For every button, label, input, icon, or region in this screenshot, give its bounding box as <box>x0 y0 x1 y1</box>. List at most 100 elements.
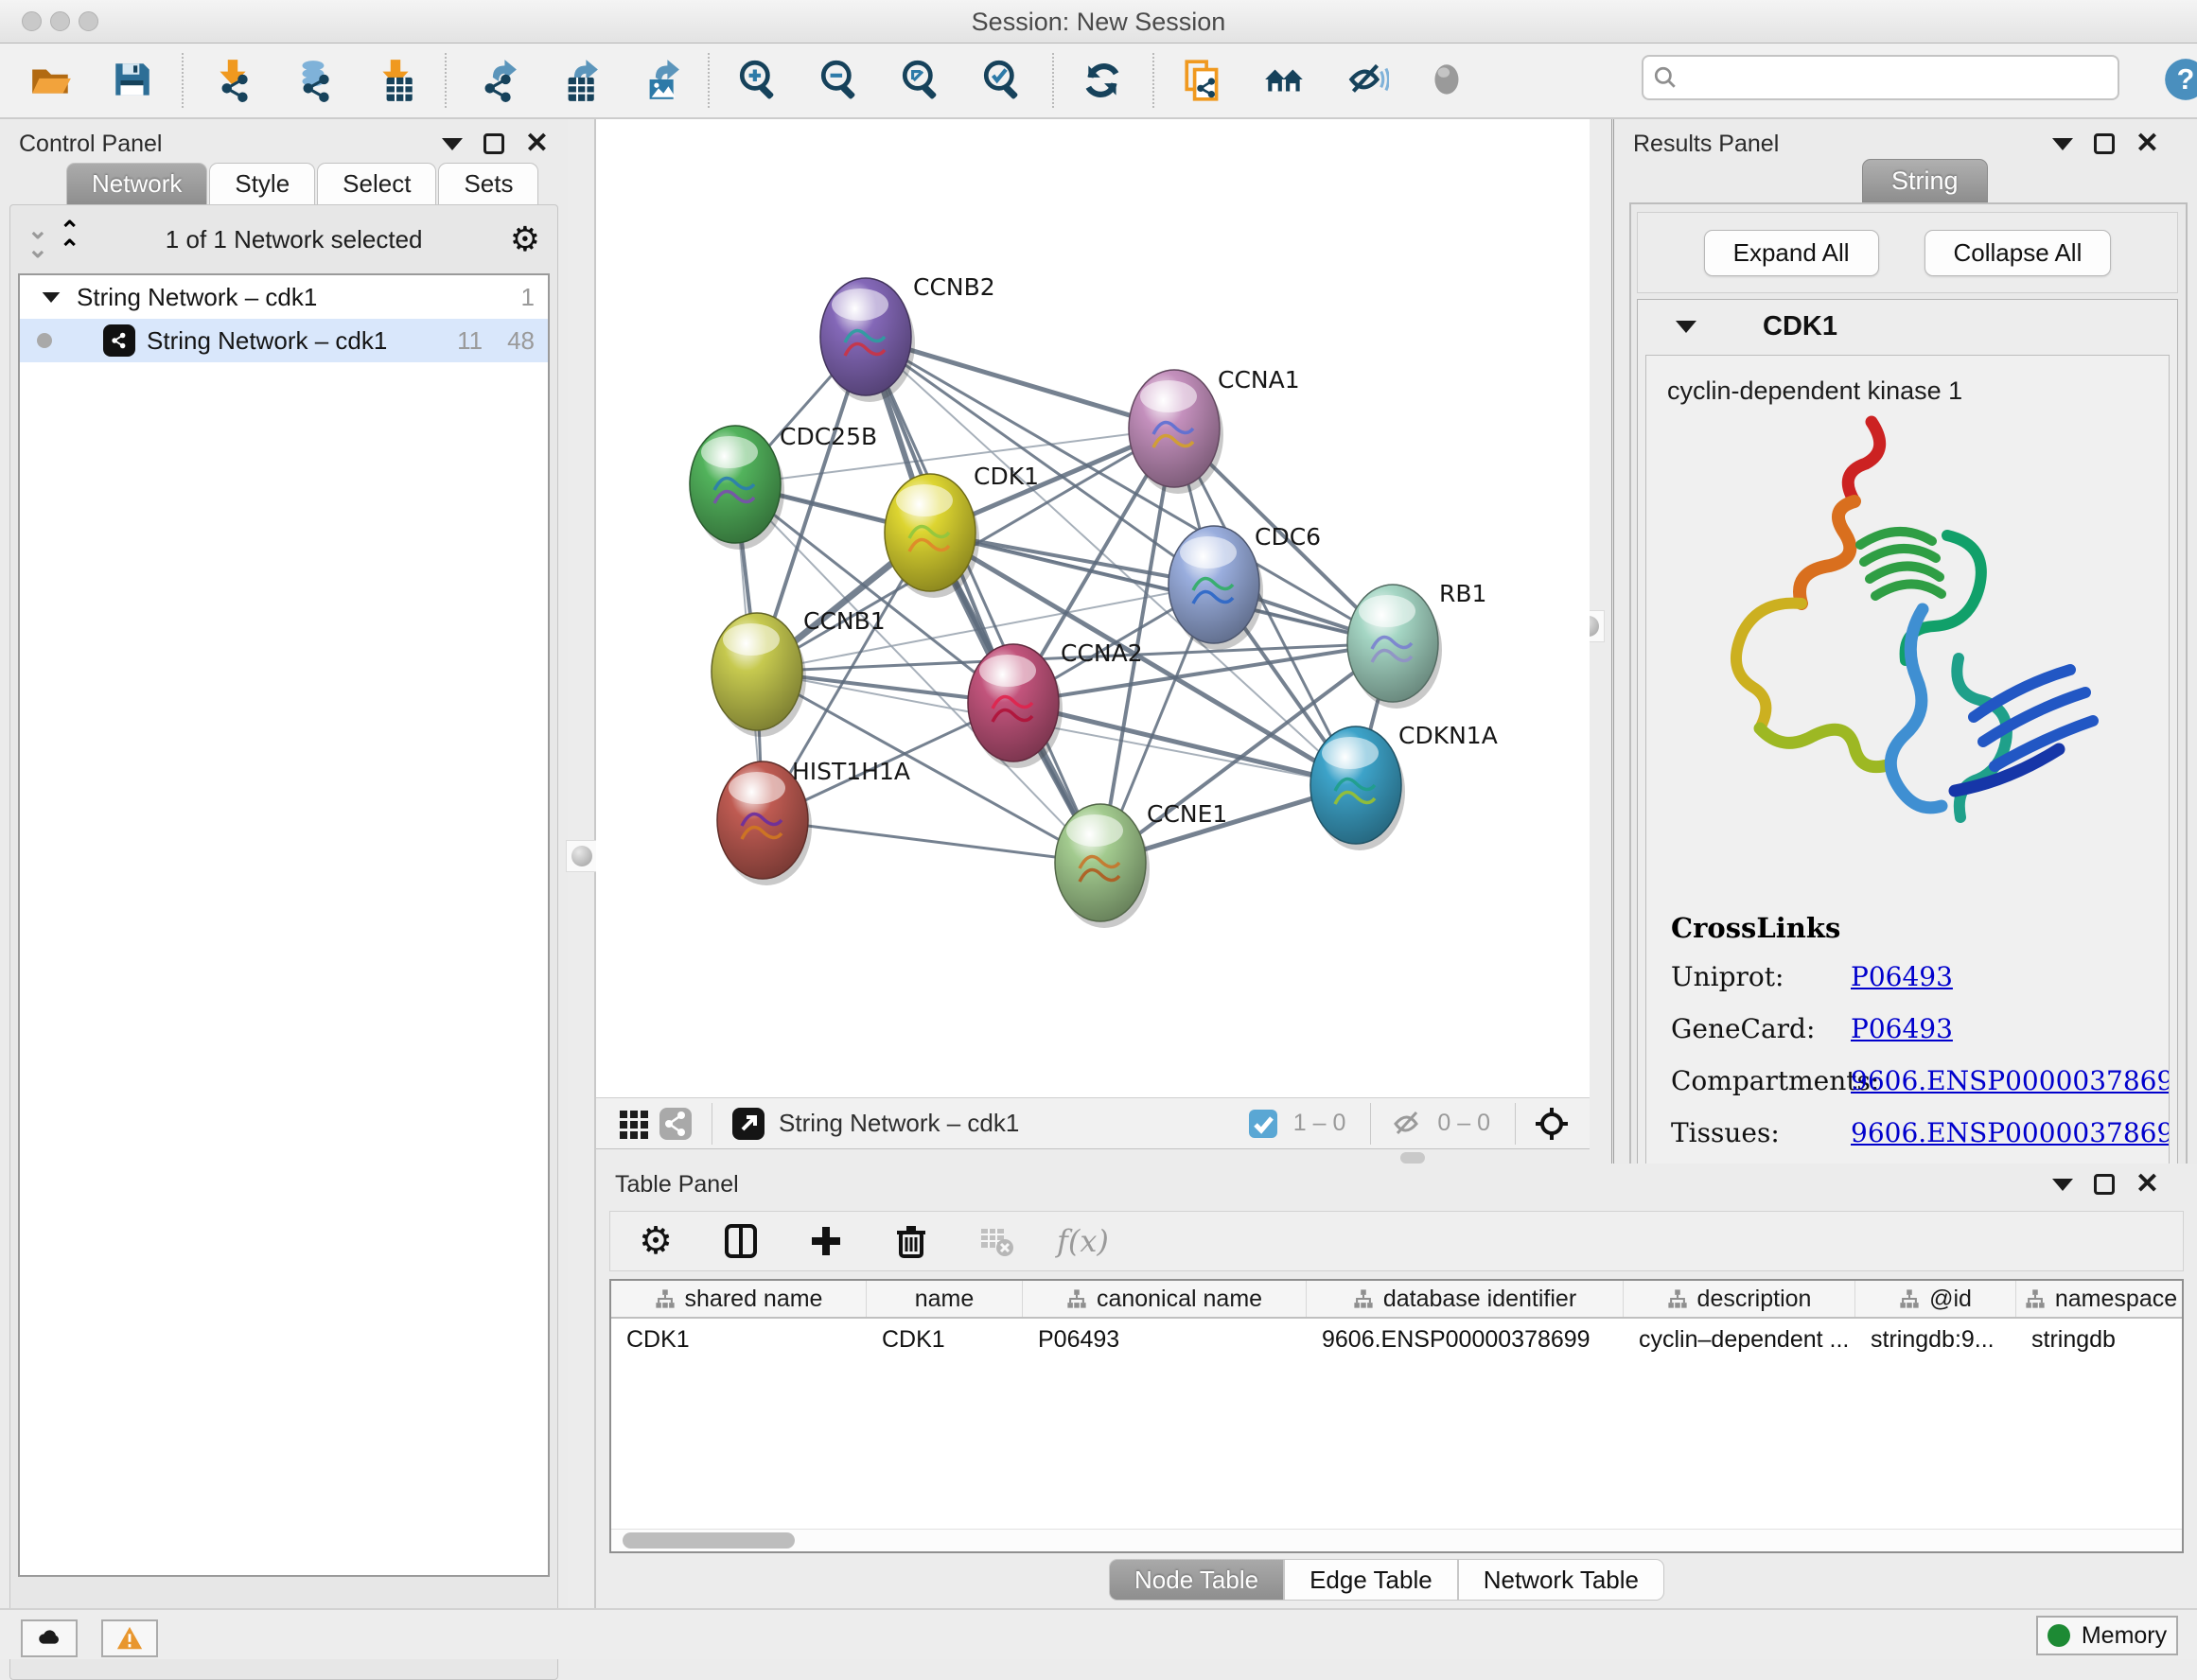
table-cell[interactable]: 9606.ENSP00000378699 <box>1307 1319 1624 1360</box>
column-header-canonical-name[interactable]: canonical name <box>1023 1281 1307 1317</box>
network-node-rb1[interactable]: RB1 <box>1347 580 1486 709</box>
column-header-description[interactable]: description <box>1624 1281 1855 1317</box>
table-cell[interactable]: cyclin–dependent ... <box>1624 1319 1855 1360</box>
table-cell[interactable]: CDK1 <box>611 1319 867 1360</box>
import-table-icon[interactable] <box>371 56 420 105</box>
window-close-button[interactable] <box>22 11 42 31</box>
results-panel-close-icon[interactable]: ✕ <box>2135 133 2159 154</box>
export-table-icon[interactable] <box>553 56 602 105</box>
table-scrollbar-thumb[interactable] <box>623 1532 795 1549</box>
network-options-gear-icon[interactable]: ⚙ <box>510 219 540 259</box>
refresh-icon[interactable] <box>1079 56 1128 105</box>
column-header-namespace[interactable]: namespace <box>2016 1281 2184 1317</box>
network-node-cdc25b[interactable]: CDC25B <box>690 423 877 550</box>
crosslink-link[interactable]: 9606.ENSP00000378699 <box>1851 1065 2170 1096</box>
warning-button[interactable] <box>101 1619 158 1657</box>
network-edge[interactable] <box>763 820 1100 863</box>
network-edge[interactable] <box>930 533 1393 643</box>
table-cell[interactable]: stringdb <box>2016 1319 2184 1360</box>
add-column-icon[interactable] <box>801 1216 851 1266</box>
zoom-fit-icon[interactable] <box>897 56 946 105</box>
hide-eye-icon[interactable] <box>1342 56 1391 105</box>
help-button[interactable]: ? <box>2161 55 2197 104</box>
crosslink-link[interactable]: P06493 <box>1851 1013 1953 1044</box>
table-cell[interactable]: CDK1 <box>867 1319 1023 1360</box>
left-splitter-handle[interactable] <box>566 840 598 872</box>
crosslink-link[interactable]: 9606.ENSP00000378699 <box>1851 1117 2170 1148</box>
tab-style[interactable]: Style <box>209 163 315 204</box>
network-node-hist1h1a[interactable]: HIST1H1A <box>717 758 910 885</box>
network-node-cdkn1a[interactable]: CDKN1A <box>1310 722 1498 850</box>
tab-sets[interactable]: Sets <box>438 163 538 204</box>
memory-button[interactable]: Memory <box>2036 1616 2178 1655</box>
search-box[interactable] <box>1642 55 2119 100</box>
collapse-all-networks-icon[interactable]: ⌄⌄ <box>27 220 46 258</box>
selected-checkbox-icon[interactable] <box>1242 1103 1284 1145</box>
import-network-icon[interactable] <box>208 56 257 105</box>
network-node-cdk1[interactable]: CDK1 <box>885 463 1039 598</box>
collapse-all-button[interactable]: Collapse All <box>1925 230 2112 276</box>
grid-view-icon[interactable] <box>613 1103 655 1145</box>
network-view-canvas[interactable]: CCNB2CCNA1CDC25BCDK1CDC6RB1CCNB1CCNA2CDK… <box>596 119 1590 1097</box>
window-zoom-button[interactable] <box>79 11 98 31</box>
open-icon[interactable] <box>26 56 76 105</box>
tab-select[interactable]: Select <box>317 163 436 204</box>
window-minimize-button[interactable] <box>50 11 70 31</box>
network-node-ccnb1[interactable]: CCNB1 <box>712 607 886 737</box>
show-columns-icon[interactable] <box>716 1216 765 1266</box>
tab-network[interactable]: Network <box>66 163 207 204</box>
column-header--id[interactable]: @id <box>1855 1281 2016 1317</box>
network-node-cdc6[interactable]: CDC6 <box>1169 523 1321 650</box>
birdseye-crosshair-icon[interactable] <box>1531 1103 1573 1145</box>
search-input[interactable] <box>1685 64 2108 91</box>
network-node-ccnb2[interactable]: CCNB2 <box>820 273 995 402</box>
expand-all-button[interactable]: Expand All <box>1704 230 1879 276</box>
crosslink-link[interactable]: P06493 <box>1851 961 1953 992</box>
control-panel-menu-icon[interactable] <box>442 138 463 150</box>
string-network-graph[interactable]: CCNB2CCNA1CDC25BCDK1CDC6RB1CCNB1CCNA2CDK… <box>596 119 1590 1097</box>
results-panel-float-icon[interactable] <box>2094 133 2115 154</box>
table-panel-menu-icon[interactable] <box>2052 1179 2073 1191</box>
table-horizontal-scrollbar[interactable] <box>611 1529 2182 1551</box>
network-list-item[interactable]: String Network – cdk1 11 48 <box>20 319 548 362</box>
homes-icon[interactable] <box>1260 56 1309 105</box>
column-header-name[interactable]: name <box>867 1281 1023 1317</box>
delete-column-icon[interactable] <box>887 1216 936 1266</box>
horizontal-splitter-handle[interactable] <box>1400 1152 1425 1164</box>
zoom-out-icon[interactable] <box>816 56 865 105</box>
tab-edge-table[interactable]: Edge Table <box>1284 1559 1458 1601</box>
open-in-browser-icon[interactable] <box>728 1103 769 1145</box>
tab-node-table[interactable]: Node Table <box>1109 1559 1284 1601</box>
expand-all-networks-icon[interactable]: ⌃⌃ <box>60 220 79 258</box>
cloud-status-button[interactable] <box>21 1619 78 1657</box>
column-header-database-identifier[interactable]: database identifier <box>1307 1281 1624 1317</box>
paste-network-icon[interactable] <box>1179 56 1228 105</box>
tab-network-table[interactable]: Network Table <box>1458 1559 1664 1601</box>
tab-string[interactable]: String <box>1862 159 1988 202</box>
control-panel-float-icon[interactable] <box>483 133 504 154</box>
gray-orb-icon[interactable] <box>1423 56 1472 105</box>
network-node-ccna1[interactable]: CCNA1 <box>1129 366 1300 494</box>
share-network-icon[interactable] <box>655 1103 696 1145</box>
node-table[interactable]: shared namenamecanonical namedatabase id… <box>609 1279 2184 1553</box>
save-icon[interactable] <box>108 56 157 105</box>
export-image-icon[interactable] <box>634 56 683 105</box>
collapse-icon[interactable] <box>43 291 61 302</box>
table-cell[interactable]: stringdb:9... <box>1855 1319 2016 1360</box>
table-cell[interactable]: P06493 <box>1023 1319 1307 1360</box>
import-database-icon[interactable] <box>290 56 339 105</box>
table-panel-close-icon[interactable]: ✕ <box>2135 1174 2159 1195</box>
cdk1-collapse-icon[interactable] <box>1676 321 1696 333</box>
table-settings-gear-icon[interactable]: ⚙ <box>631 1216 680 1266</box>
table-panel-float-icon[interactable] <box>2094 1174 2115 1195</box>
hidden-eye-icon[interactable] <box>1386 1103 1428 1145</box>
column-header-shared-name[interactable]: shared name <box>611 1281 867 1317</box>
results-panel-menu-icon[interactable] <box>2052 138 2073 150</box>
zoom-selected-icon[interactable] <box>978 56 1028 105</box>
zoom-in-icon[interactable] <box>734 56 783 105</box>
control-panel-close-icon[interactable]: ✕ <box>525 133 549 154</box>
export-network-icon[interactable] <box>471 56 520 105</box>
table-row[interactable]: CDK1CDK1P064939606.ENSP00000378699cyclin… <box>611 1319 2182 1360</box>
network-list-item[interactable]: String Network – cdk1 1 <box>20 275 548 319</box>
network-node-ccne1[interactable]: CCNE1 <box>1055 800 1227 928</box>
